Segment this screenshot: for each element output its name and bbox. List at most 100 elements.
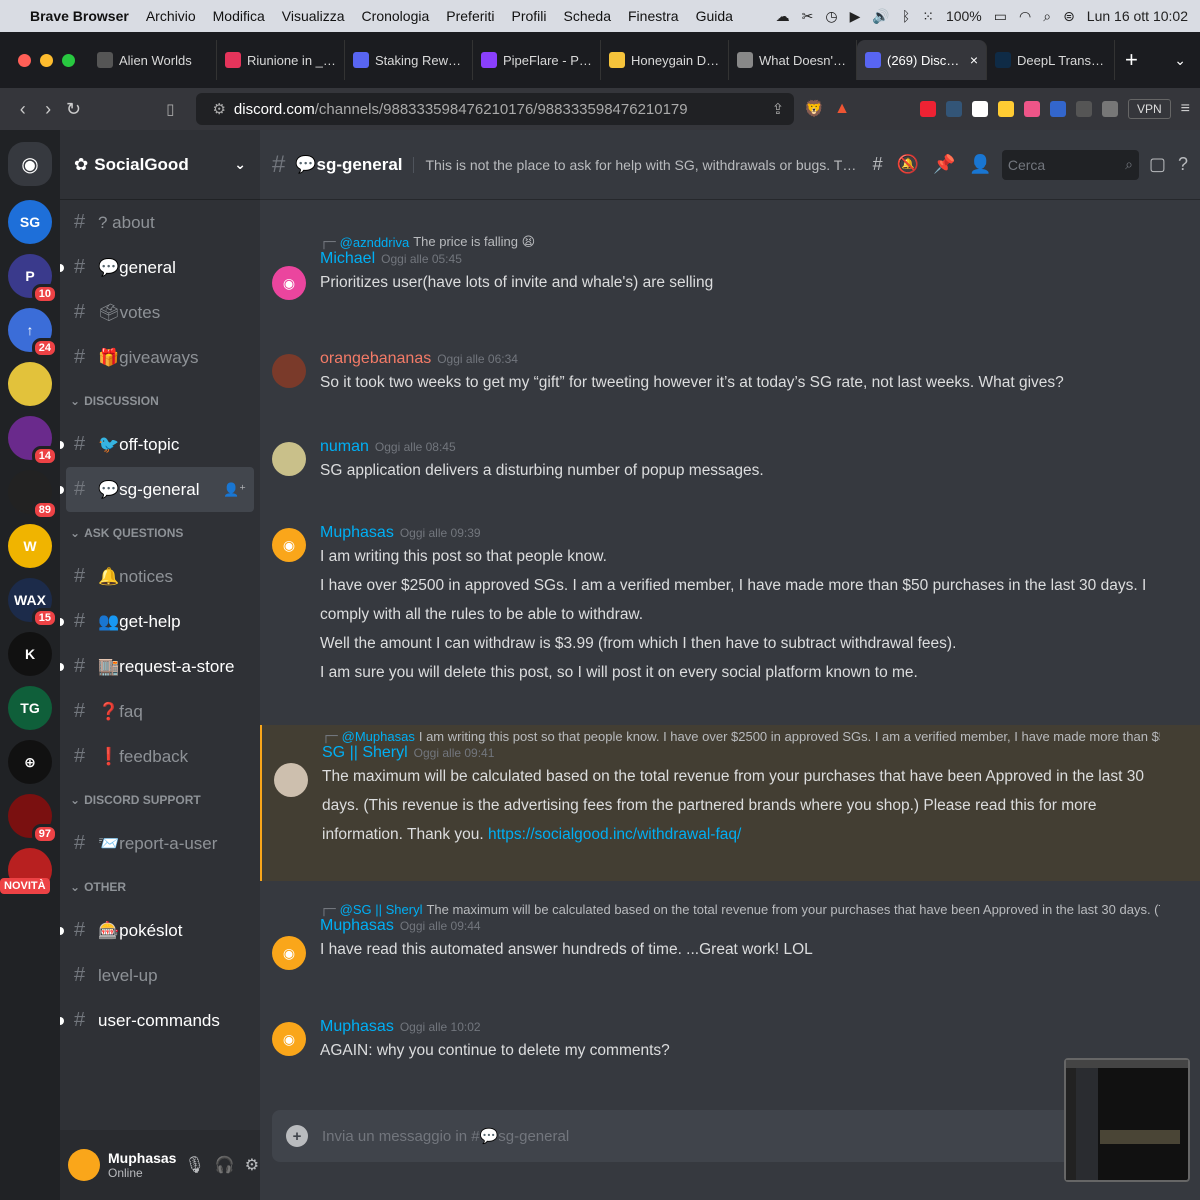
discord-home-button[interactable]: ◉: [8, 142, 52, 186]
channel-item[interactable]: # 🗳votes: [66, 290, 254, 335]
zoom-window-button[interactable]: [62, 53, 75, 67]
avatar[interactable]: ◉: [272, 936, 306, 970]
mute-channel-icon[interactable]: 🔕: [897, 154, 919, 175]
reply-preview[interactable]: ┌─ @SG || Sheryl The maximum will be cal…: [320, 902, 1160, 917]
sidebar-icon[interactable]: [1101, 101, 1118, 117]
search-input[interactable]: Cerca ⌕: [1001, 149, 1139, 180]
channel-category[interactable]: ⌄ DISCORD SUPPORT: [66, 779, 254, 821]
avatar[interactable]: ◉: [272, 266, 306, 300]
menu-modifica[interactable]: Modifica: [213, 8, 265, 24]
metamask-icon[interactable]: [1023, 101, 1040, 117]
avatar[interactable]: [274, 763, 308, 797]
server-icon[interactable]: [8, 362, 52, 406]
puzzle-icon[interactable]: [1075, 101, 1092, 117]
reply-preview[interactable]: ┌─ @aznddriva The price is falling 😫: [320, 234, 1160, 250]
withdrawal-faq-link[interactable]: https://socialgood.inc/withdrawal-faq/: [488, 826, 741, 843]
guild-header[interactable]: ✿ SocialGood ⌄: [60, 130, 260, 200]
minimize-window-button[interactable]: [40, 53, 53, 67]
menu-preferiti[interactable]: Preferiti: [446, 8, 494, 24]
menu-icon[interactable]: ≡: [1181, 100, 1190, 118]
avatar[interactable]: ◉: [272, 528, 306, 562]
volume-icon[interactable]: 🔊: [872, 8, 889, 25]
notion-icon[interactable]: [971, 101, 988, 117]
browser-tab[interactable]: Alien Worlds: [89, 40, 217, 80]
message-author[interactable]: Michael: [320, 250, 375, 268]
clock-text[interactable]: Lun 16 ott 10:02: [1087, 8, 1188, 24]
mute-mic-icon[interactable]: 🎙: [184, 1155, 204, 1175]
channel-topic[interactable]: This is not the place to ask for help wi…: [412, 156, 859, 173]
brave-shields-icon[interactable]: 🦁: [804, 99, 824, 119]
chevron-down-icon[interactable]: ⌄: [234, 156, 246, 173]
browser-tab[interactable]: PipeFlare - Play Cryp: [473, 40, 601, 80]
clock-icon[interactable]: ◷: [825, 8, 837, 25]
control-center-icon[interactable]: ⊜: [1063, 8, 1075, 25]
server-icon[interactable]: TG: [8, 686, 52, 730]
message-author[interactable]: orangebananas: [320, 350, 431, 368]
channel-item[interactable]: # level-up: [66, 953, 254, 998]
browser-tab[interactable]: Staking Rewards: [345, 40, 473, 80]
server-icon[interactable]: NOVITÀ: [0, 848, 52, 894]
bookmark-icon[interactable]: ▯: [166, 100, 174, 118]
spotlight-icon[interactable]: ⌕: [1043, 8, 1051, 25]
browser-tab-active[interactable]: (269) Discord | # ×: [857, 40, 987, 80]
site-settings-icon[interactable]: ⚙: [212, 100, 225, 118]
screenshot-thumbnail[interactable]: [1064, 1058, 1190, 1182]
server-icon[interactable]: K: [8, 632, 52, 676]
browser-tab[interactable]: What Doesn't Kill Yo: [729, 40, 857, 80]
brave-rewards-icon[interactable]: ▲: [834, 100, 850, 118]
address-bar[interactable]: ▯ ⚙ discord.com/channels/988333598476210…: [166, 93, 795, 125]
extension-icon[interactable]: [945, 101, 962, 117]
reply-preview[interactable]: ┌─ @Muphasas I am writing this post so t…: [322, 729, 1160, 744]
menu-profili[interactable]: Profili: [512, 8, 547, 24]
message-composer[interactable]: + Invia un messaggio in #💬sg-general: [272, 1110, 1188, 1162]
help-icon[interactable]: ?: [1178, 154, 1188, 175]
channel-item[interactable]: # user-commands: [60, 998, 254, 1043]
channel-item[interactable]: # 🎰pokéslot: [60, 908, 254, 953]
dots-icon[interactable]: ⁙: [922, 8, 934, 25]
server-icon[interactable]: ↑ 24: [8, 308, 58, 358]
pin-icon[interactable]: 📌: [933, 154, 955, 175]
menu-app-name[interactable]: Brave Browser: [30, 8, 129, 24]
channel-category[interactable]: ⌄ OTHER: [66, 866, 254, 908]
avatar[interactable]: ◉: [272, 1022, 306, 1056]
server-icon[interactable]: W: [8, 524, 52, 568]
cloud-icon[interactable]: ☁: [776, 8, 790, 25]
channel-item[interactable]: # ? about: [66, 200, 254, 245]
menu-finestra[interactable]: Finestra: [628, 8, 679, 24]
invite-user-icon[interactable]: 👤⁺: [223, 482, 246, 498]
share-icon[interactable]: ⇪: [772, 100, 785, 118]
channel-item[interactable]: # 🐦off-topic: [60, 422, 254, 467]
inbox-icon[interactable]: ▢: [1149, 154, 1166, 175]
server-icon[interactable]: 14: [8, 416, 58, 466]
tab-list-chevron-icon[interactable]: ⌄: [1174, 52, 1186, 69]
channel-item[interactable]: # 📨report-a-user: [66, 821, 254, 866]
avatar[interactable]: [272, 354, 306, 388]
wifi-icon[interactable]: ◠: [1019, 8, 1031, 25]
battery-icon[interactable]: ▭: [994, 8, 1007, 25]
back-button[interactable]: ‹: [10, 99, 35, 120]
scissors-icon[interactable]: ✂: [802, 8, 814, 25]
browser-tab[interactable]: Honeygain Dashboar: [601, 40, 729, 80]
channel-item[interactable]: # 🔔notices: [66, 554, 254, 599]
member-list-icon[interactable]: 👤: [969, 154, 991, 175]
settings-gear-icon[interactable]: ⚙: [245, 1155, 259, 1175]
browser-tab[interactable]: Riunione in _General: [217, 40, 345, 80]
channel-category[interactable]: ⌄ ASK QUESTIONS: [66, 512, 254, 554]
server-icon[interactable]: 97: [8, 794, 58, 844]
server-icon[interactable]: 89: [8, 470, 58, 520]
threads-icon[interactable]: #: [873, 154, 883, 175]
message-author[interactable]: numan: [320, 438, 369, 456]
wallet-icon[interactable]: [1049, 101, 1066, 117]
channel-item[interactable]: # 💬general: [60, 245, 254, 290]
forward-button[interactable]: ›: [35, 99, 60, 120]
close-window-button[interactable]: [18, 53, 31, 67]
server-icon[interactable]: SG: [8, 200, 52, 244]
message-author[interactable]: Muphasas: [320, 1018, 394, 1036]
server-icon[interactable]: WAX 15: [8, 578, 58, 628]
channel-item[interactable]: # ❗feedback: [66, 734, 254, 779]
channel-item[interactable]: # 💬sg-general 👤⁺: [60, 467, 254, 512]
server-icon[interactable]: ⊕: [8, 740, 52, 784]
extension-l-icon[interactable]: [997, 101, 1014, 117]
close-tab-icon[interactable]: ×: [970, 52, 978, 68]
channel-item[interactable]: # 🏬request-a-store: [60, 644, 254, 689]
